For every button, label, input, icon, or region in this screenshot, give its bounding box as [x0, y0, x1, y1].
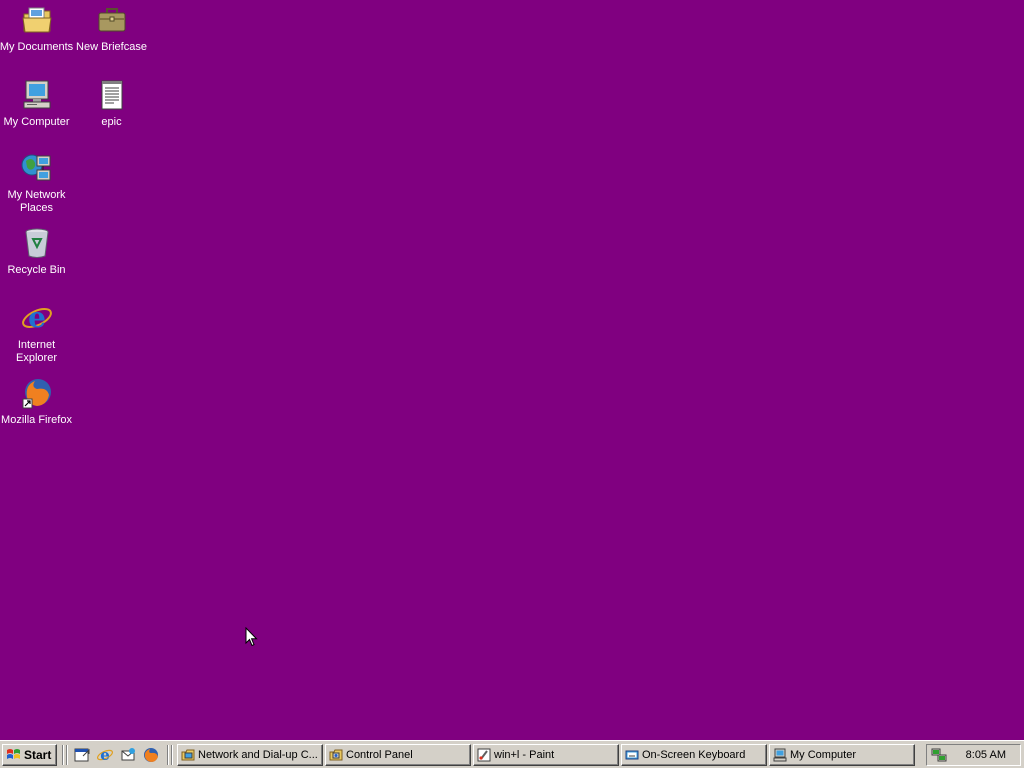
network-places-icon [21, 152, 53, 184]
svg-text:e: e [100, 747, 110, 763]
mouse-pointer-icon [245, 627, 258, 647]
keyboard-icon [625, 750, 639, 760]
desktop[interactable]: My Documents New Briefcase My Computer e… [0, 0, 1024, 740]
start-label: Start [24, 748, 52, 762]
system-tray: 8:05 AM [926, 744, 1021, 766]
desktop-icon-epic[interactable]: epic [74, 79, 149, 129]
start-button[interactable]: Start [2, 744, 57, 766]
clock[interactable]: 8:05 AM [966, 749, 1006, 761]
windows-logo-icon [7, 749, 20, 759]
internet-explorer-icon[interactable]: e [97, 746, 113, 764]
task-paint[interactable]: win+l - Paint [473, 744, 619, 766]
desktop-icon-my-documents[interactable]: My Documents [0, 4, 74, 54]
outlook-express-icon[interactable] [120, 747, 136, 763]
desktop-icon-label: My Computer [3, 116, 70, 128]
network-tray-icon[interactable] [931, 747, 947, 763]
desktop-icon-recycle-bin[interactable]: Recycle Bin [0, 227, 74, 277]
folder-documents-icon [21, 4, 53, 36]
desktop-icon-label: My Documents [0, 41, 74, 53]
paint-icon [477, 748, 491, 762]
firefox-icon [21, 377, 53, 409]
desktop-icon-new-briefcase[interactable]: New Briefcase [74, 4, 149, 54]
task-on-screen-keyboard[interactable]: On-Screen Keyboard [621, 744, 767, 766]
task-my-computer[interactable]: My Computer [769, 744, 915, 766]
desktop-icon-label: Internet Explorer [16, 339, 57, 364]
desktop-icon-my-computer[interactable]: My Computer [0, 79, 74, 129]
desktop-icon-label: My Network Places [7, 189, 66, 214]
task-control-panel[interactable]: Control Panel [325, 744, 471, 766]
desktop-icon-label: New Briefcase [76, 41, 147, 53]
network-folder-icon [181, 749, 195, 761]
control-panel-icon [329, 749, 343, 761]
svg-text:e: e [28, 302, 46, 334]
task-network-and-dialup[interactable]: Network and Dial-up C... [177, 744, 323, 766]
task-label: Network and Dial-up C... [198, 749, 318, 761]
computer-icon [21, 79, 53, 111]
toolbar-separator [66, 745, 68, 765]
desktop-icon-my-network-places[interactable]: My Network Places [0, 152, 74, 215]
desktop-icon-label: epic [101, 116, 122, 128]
desktop-icon-label: Mozilla Firefox [1, 414, 72, 426]
computer-icon [773, 748, 787, 762]
show-desktop-icon[interactable] [74, 747, 90, 763]
task-label: Control Panel [346, 749, 413, 761]
internet-explorer-icon: e [21, 301, 53, 334]
desktop-icon-label: Recycle Bin [7, 264, 66, 276]
desktop-icon-internet-explorer[interactable]: e Internet Explorer [0, 301, 74, 365]
toolbar-separator [171, 745, 173, 765]
task-label: win+l - Paint [494, 749, 555, 761]
desktop-icon-mozilla-firefox[interactable]: Mozilla Firefox [0, 377, 74, 427]
toolbar-separator [62, 745, 64, 765]
firefox-icon[interactable] [143, 747, 159, 763]
text-document-icon [96, 79, 128, 111]
task-label: My Computer [790, 749, 857, 761]
briefcase-icon [96, 4, 128, 36]
taskbar: Start e Network and Dial-up C... Control… [0, 740, 1024, 768]
task-label: On-Screen Keyboard [642, 749, 746, 761]
toolbar-separator [167, 745, 169, 765]
recycle-bin-icon [21, 227, 53, 259]
